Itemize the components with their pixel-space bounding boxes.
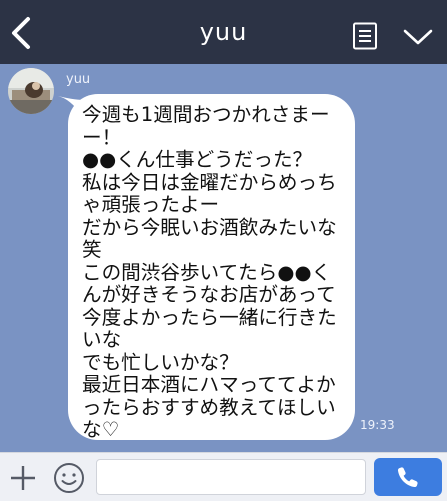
message-timestamp: 19:33 [360, 418, 395, 432]
sender-name: yuu [66, 72, 91, 87]
menu-button[interactable] [402, 26, 434, 48]
emoji-button[interactable] [52, 461, 86, 495]
call-button[interactable] [374, 458, 442, 496]
chat-title: yuu [199, 18, 248, 46]
profile-photo [8, 68, 54, 114]
chat-header: yuu [0, 0, 447, 64]
plus-icon [11, 466, 35, 490]
chevron-down-icon [403, 29, 433, 45]
avatar[interactable] [8, 68, 54, 114]
input-bar [0, 452, 447, 501]
phone-icon [397, 467, 418, 488]
add-button[interactable] [8, 463, 38, 493]
smiley-icon [54, 463, 84, 493]
notes-button[interactable] [352, 22, 378, 50]
note-icon [353, 22, 377, 50]
message-bubble: 今週も1週間おつかれさまーー！ ●●くん仕事どうだった？ 私は今日は金曜だからめ… [68, 94, 355, 441]
message-input[interactable] [96, 459, 366, 495]
